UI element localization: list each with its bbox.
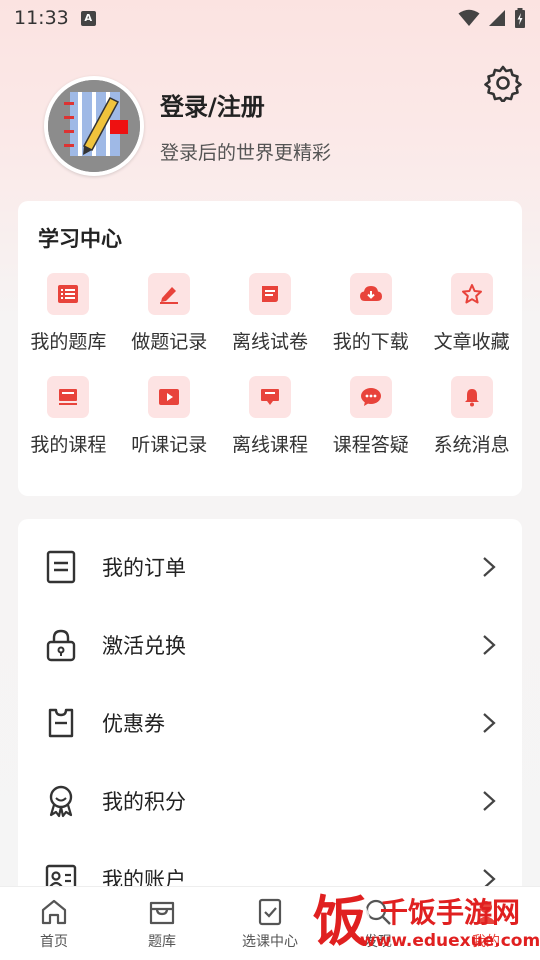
grid-label: 课程答疑 (332, 434, 409, 456)
discover-icon (365, 899, 391, 925)
grid-item-my-courses[interactable]: 我的课程 (18, 376, 119, 457)
course-select-icon (258, 898, 282, 926)
grid-item-listen-record[interactable]: 听课记录 (119, 376, 220, 457)
menu-item-coupons[interactable]: 优惠券 (18, 684, 522, 762)
question-bank-icon (149, 901, 175, 925)
signal-icon (489, 10, 505, 26)
nav-item-discover[interactable]: 发现 (324, 887, 432, 960)
star-icon (450, 273, 493, 315)
grid-item-offline-courses[interactable]: 离线课程 (220, 376, 321, 457)
lock-icon (46, 629, 76, 662)
chevron-right-icon (483, 791, 496, 811)
chevron-right-icon (483, 635, 496, 655)
download-icon (349, 273, 392, 315)
question-bank-icon (47, 273, 90, 315)
notification-icon: A (80, 10, 96, 26)
grid-label: 系统消息 (433, 434, 510, 456)
nav-label: 发现 (364, 934, 392, 950)
menu-item-orders[interactable]: 我的订单 (18, 528, 522, 606)
grid-item-question-bank[interactable]: 我的题库 (18, 273, 119, 354)
learning-center-grid: 我的题库 做题记录 离线试卷 我的下载 文章收藏 我的课程 听课记录 离线课程 … (18, 273, 522, 457)
settings-gear-icon[interactable] (484, 64, 522, 102)
menu-item-points[interactable]: 我的积分 (18, 762, 522, 840)
menu-label: 我的积分 (102, 790, 186, 814)
login-subtitle: 登录后的世界更精彩 (160, 142, 332, 164)
status-bar: 11:33 A (0, 0, 540, 36)
bell-icon (450, 376, 493, 418)
grid-label: 听课记录 (131, 434, 208, 456)
grid-item-article-favorites[interactable]: 文章收藏 (421, 273, 522, 354)
coupon-icon (48, 708, 74, 738)
status-time: 11:33 (14, 7, 69, 29)
grid-item-course-qa[interactable]: 课程答疑 (320, 376, 421, 457)
menu-item-activate-redeem[interactable]: 激活兑换 (18, 606, 522, 684)
profile-header[interactable]: 登录/注册 登录后的世界更精彩 (44, 76, 331, 176)
battery-icon (515, 8, 525, 28)
home-icon (41, 899, 67, 925)
menu-label: 激活兑换 (102, 634, 186, 658)
nav-item-home[interactable]: 首页 (0, 887, 108, 960)
medal-icon (49, 785, 73, 818)
grid-label: 离线试卷 (231, 331, 308, 353)
grid-item-system-messages[interactable]: 系统消息 (421, 376, 522, 457)
grid-label: 我的下载 (332, 331, 409, 353)
login-register-link[interactable]: 登录/注册 (160, 87, 331, 122)
wifi-icon (458, 9, 480, 26)
nav-label: 题库 (148, 934, 176, 950)
nav-label: 首页 (40, 934, 68, 950)
nav-item-course-select[interactable]: 选课中心 (216, 887, 324, 960)
grid-label: 文章收藏 (433, 331, 510, 353)
menu-label: 优惠券 (102, 712, 165, 736)
grid-item-offline-paper[interactable]: 离线试卷 (220, 273, 321, 354)
nav-label: 我的 (472, 934, 500, 950)
offline-paper-icon (248, 273, 291, 315)
edit-record-icon (148, 273, 191, 315)
profile-icon (475, 901, 497, 924)
play-record-icon (148, 376, 191, 418)
menu-label: 我的订单 (102, 556, 186, 580)
grid-item-edit-record[interactable]: 做题记录 (119, 273, 220, 354)
chevron-right-icon (483, 557, 496, 577)
avatar-notebook-icon (48, 80, 140, 172)
grid-label: 我的课程 (30, 434, 107, 456)
avatar[interactable] (44, 76, 144, 176)
nav-item-profile[interactable]: 我的 (432, 887, 540, 960)
offline-course-icon (248, 376, 291, 418)
learning-center-title: 学习中心 (38, 227, 122, 251)
nav-item-question-bank[interactable]: 题库 (108, 887, 216, 960)
bottom-nav: 首页 题库 选课中心 发现 我的 (0, 886, 540, 960)
nav-label: 选课中心 (242, 934, 298, 950)
menu-card: 我的订单 激活兑换 优惠券 我的积分 我的账户 (18, 519, 522, 919)
order-icon (46, 550, 76, 584)
grid-item-download[interactable]: 我的下载 (320, 273, 421, 354)
chat-icon (349, 376, 392, 418)
course-icon (47, 376, 90, 418)
grid-label: 我的题库 (30, 331, 107, 353)
learning-center-card: 学习中心 我的题库 做题记录 离线试卷 我的下载 文章收藏 我的课程 听课记录 … (18, 201, 522, 496)
grid-label: 离线课程 (231, 434, 308, 456)
grid-label: 做题记录 (131, 331, 208, 353)
chevron-right-icon (483, 713, 496, 733)
